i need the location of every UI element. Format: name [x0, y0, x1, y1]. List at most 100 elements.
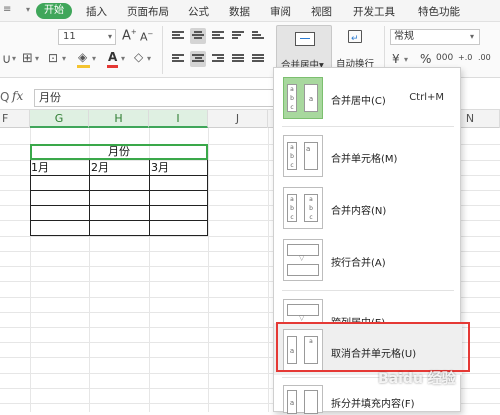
highlight-annotation	[276, 322, 470, 372]
menu-item-label: 按行合并(A)	[331, 258, 386, 269]
chevron-down-icon[interactable]: ▾	[35, 54, 39, 63]
table-border	[30, 220, 208, 221]
column-header-g[interactable]: G	[30, 110, 89, 128]
tab-formulas[interactable]: 公式	[188, 4, 209, 19]
formula-input[interactable]: 月份	[34, 89, 274, 107]
currency-button[interactable]: ¥	[392, 52, 400, 66]
orientation-button[interactable]	[250, 28, 266, 44]
decimal-increase-button[interactable]: +.0	[458, 53, 472, 62]
tab-data[interactable]: 数据	[229, 4, 250, 19]
merge-cells-icon: abc a	[283, 135, 323, 177]
mini-cell-icon: abc	[287, 194, 297, 222]
column-header-i[interactable]: I	[149, 110, 208, 128]
number-format-select[interactable]: 常规	[390, 29, 480, 45]
table-border	[30, 190, 208, 191]
mini-cell-icon: a	[304, 84, 318, 112]
tab-home[interactable]: 开始	[36, 3, 72, 19]
menu-item-merge-center[interactable]: abc a 合并居中(C) Ctrl+M	[274, 72, 462, 124]
align-bottom-icon	[212, 31, 224, 41]
eraser-icon[interactable]: ◇	[134, 50, 143, 64]
percent-button[interactable]: %	[420, 52, 431, 66]
thousands-button[interactable]: 000	[436, 53, 453, 63]
font-color-icon[interactable]: A	[108, 50, 117, 64]
tab-developer[interactable]: 开发工具	[353, 4, 395, 19]
border-icon[interactable]: ⊞	[22, 51, 33, 66]
column-header-h[interactable]: H	[89, 110, 149, 128]
mini-cell-icon	[304, 390, 318, 414]
table-header-cell[interactable]: 1月	[30, 160, 89, 175]
split-fill-icon: a	[283, 385, 323, 414]
menu-item-label: 合并单元格(M)	[331, 154, 398, 165]
number-format-value: 常规	[394, 31, 414, 42]
align-left-button[interactable]	[170, 51, 186, 67]
align-right-button[interactable]	[210, 51, 226, 67]
align-center-icon	[192, 54, 204, 64]
gridline	[268, 128, 269, 412]
gridline	[208, 128, 209, 412]
merge-center-icon: abc a	[283, 77, 323, 119]
cell-style-icon[interactable]: ⊡	[48, 51, 58, 65]
menu-divider	[282, 290, 454, 291]
table-border	[30, 205, 208, 206]
mini-cell-icon: abc	[287, 84, 297, 112]
font-size-select[interactable]: 11 ▾	[58, 29, 116, 45]
chevron-down-icon[interactable]: ▾	[26, 5, 30, 14]
selected-merged-cell[interactable]: 月份	[30, 144, 208, 160]
align-left-icon	[172, 54, 184, 64]
chevron-down-icon[interactable]: ▾	[121, 54, 125, 63]
justify-button[interactable]	[230, 51, 246, 67]
chevron-down-icon[interactable]: ▾	[92, 54, 96, 63]
table-header-cell[interactable]: 3月	[150, 160, 207, 175]
chevron-down-icon[interactable]: ▾	[147, 54, 151, 63]
column-header-f[interactable]: F	[0, 110, 30, 128]
table-header-cell[interactable]: 2月	[90, 160, 149, 175]
chevron-down-icon: ▾	[107, 32, 112, 41]
mini-cell-icon	[287, 264, 319, 276]
bordered-table: 月份 1月 2月 3月	[30, 144, 208, 236]
tab-view[interactable]: 视图	[311, 4, 332, 19]
watermark-logo: Baidu 经验	[378, 371, 456, 387]
font-grow-button[interactable]: A+	[122, 28, 137, 43]
mini-cell-icon: a	[287, 390, 297, 414]
menu-item-label: 合并居中(C)	[331, 96, 386, 107]
menu-item-shortcut: Ctrl+M	[409, 92, 444, 103]
distributed-button[interactable]	[250, 51, 266, 67]
underline-icon[interactable]: ∪	[2, 52, 12, 67]
orientation-icon	[252, 31, 264, 41]
fill-color-icon[interactable]: ◈	[78, 50, 87, 64]
chevron-down-icon[interactable]: ▾	[12, 54, 16, 63]
font-size-value: 11	[63, 31, 76, 42]
merge-center-icon	[295, 32, 315, 46]
menu-item-label: 合并内容(N)	[331, 206, 387, 217]
align-middle-button[interactable]	[190, 28, 206, 44]
table-border	[30, 235, 208, 236]
insert-function-button[interactable]: fx	[12, 89, 23, 103]
tab-page-layout[interactable]: 页面布局	[127, 4, 169, 19]
tab-special-features[interactable]: 特色功能	[418, 4, 460, 19]
tab-review[interactable]: 审阅	[270, 4, 291, 19]
wrap-arrow-icon: ↵	[351, 34, 359, 44]
chevron-down-icon[interactable]: ▾	[404, 55, 408, 64]
align-right-icon	[212, 54, 224, 64]
menu-item-merge-cells[interactable]: abc a 合并单元格(M)	[274, 130, 462, 182]
ribbon-divider	[162, 26, 163, 74]
align-top-button[interactable]	[170, 28, 186, 44]
mini-cell-icon: abc	[304, 194, 318, 222]
menu-tab-bar: ≡ ▾ 开始 插入 页面布局 公式 数据 审阅 视图 开发工具 特色功能	[0, 0, 500, 22]
decimal-decrease-button[interactable]: .00	[478, 53, 491, 62]
distributed-icon	[252, 54, 264, 64]
font-shrink-button[interactable]: A−	[140, 30, 153, 44]
chevron-down-icon[interactable]: ▾	[62, 54, 66, 63]
align-center-button[interactable]	[190, 51, 206, 67]
menu-icon[interactable]: ≡	[3, 4, 11, 15]
tab-insert[interactable]: 插入	[86, 4, 107, 19]
align-bottom-button[interactable]	[210, 28, 226, 44]
chevron-down-icon: ▽	[299, 254, 305, 262]
column-header-j[interactable]: J	[208, 110, 268, 128]
align-top-icon	[172, 31, 184, 41]
zoom-icon[interactable]: Q	[0, 90, 9, 104]
menu-item-merge-across[interactable]: ▽ 按行合并(A)	[274, 234, 462, 286]
wrap-text-small-button[interactable]	[230, 28, 246, 44]
menu-item-merge-content[interactable]: abc abc 合并内容(N)	[274, 182, 462, 234]
chevron-down-icon: ▽	[299, 314, 305, 322]
